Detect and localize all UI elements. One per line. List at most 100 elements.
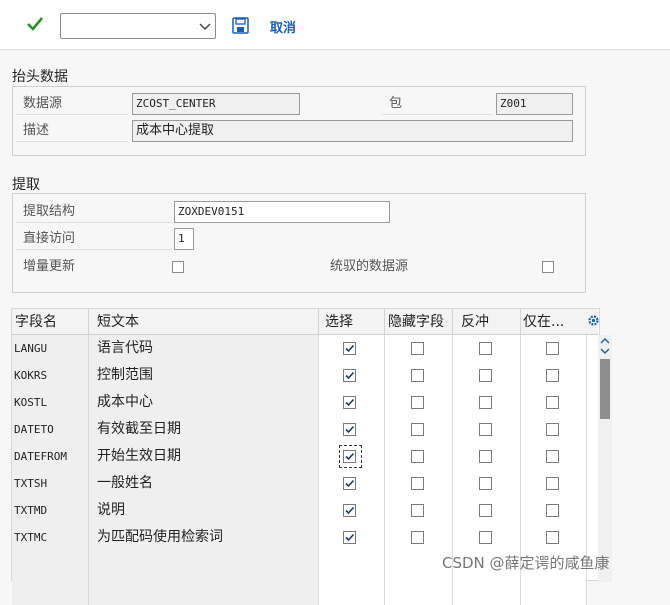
extract-section-title: 提取 <box>12 177 40 193</box>
save-icon[interactable] <box>232 17 249 34</box>
extract-structure-label: 提取结构 <box>16 201 172 223</box>
only-checkbox[interactable] <box>546 423 559 436</box>
scroll-up-icon[interactable] <box>600 337 610 345</box>
header-section-title: 抬头数据 <box>12 69 68 85</box>
scrollbar-thumb[interactable] <box>600 359 610 419</box>
description-label: 描述 <box>16 120 128 142</box>
focus-indicator <box>339 445 362 468</box>
invert-checkbox[interactable] <box>479 477 492 490</box>
select-checkbox[interactable] <box>343 396 356 409</box>
only-checkbox[interactable] <box>546 450 559 463</box>
scroll-down-icon[interactable] <box>600 347 610 355</box>
extract-structure-field[interactable]: ZOXDEV0151 <box>174 201 390 223</box>
only-checkbox-cell <box>521 470 587 497</box>
only-checkbox[interactable] <box>546 342 559 355</box>
direct-access-field[interactable]: 1 <box>174 228 194 250</box>
hide-field-checkbox-cell <box>385 443 453 470</box>
hide-field-checkbox[interactable] <box>411 450 424 463</box>
empty-table-row <box>12 578 587 605</box>
invert-checkbox[interactable] <box>479 531 492 544</box>
hide-field-checkbox-cell <box>385 362 453 389</box>
table-scrollbar[interactable] <box>598 335 612 582</box>
table-row[interactable]: LANGU 语言代码 <box>12 335 587 362</box>
datasource-label: 数据源 <box>16 93 128 115</box>
description-field[interactable]: 成本中心提取 <box>132 120 573 142</box>
table-row[interactable]: DATEFROM 开始生效日期 <box>12 443 587 470</box>
delta-update-checkbox[interactable] <box>172 261 184 273</box>
col-header-invert[interactable]: 反冲 <box>453 309 521 335</box>
table-row[interactable]: TXTSH 一般姓名 <box>12 470 587 497</box>
short-text-cell: 说明 <box>89 497 319 524</box>
table-row[interactable]: KOKRS 控制范围 <box>12 362 587 389</box>
check-icon[interactable] <box>26 15 44 33</box>
hide-field-checkbox[interactable] <box>411 423 424 436</box>
table-row[interactable]: KOSTL 成本中心 <box>12 389 587 416</box>
only-checkbox[interactable] <box>546 369 559 382</box>
chevron-down-icon[interactable] <box>199 20 211 32</box>
empty-cell <box>89 551 319 578</box>
col-header-field[interactable]: 字段名 <box>12 309 89 335</box>
only-checkbox[interactable] <box>546 504 559 517</box>
extract-group: 提取结构 ZOXDEV0151 直接访问 1 增量更新 统驭的数据源 <box>12 193 586 293</box>
invert-checkbox-cell <box>453 389 521 416</box>
short-text-cell: 语言代码 <box>89 335 319 362</box>
empty-cell <box>12 578 89 605</box>
col-header-select[interactable]: 选择 <box>319 309 385 335</box>
invert-checkbox[interactable] <box>479 423 492 436</box>
table-row[interactable]: DATETO 有效截至日期 <box>12 416 587 443</box>
select-checkbox[interactable] <box>343 369 356 382</box>
field-name-cell: KOSTL <box>12 389 89 416</box>
only-checkbox-cell <box>521 524 587 551</box>
unified-datasource-checkbox[interactable] <box>542 261 554 273</box>
table-row[interactable]: TXTMC 为匹配码使用检索词 <box>12 524 587 551</box>
select-checkbox-cell <box>319 335 385 362</box>
hide-field-checkbox[interactable] <box>411 531 424 544</box>
col-header-hide-field[interactable]: 隐藏字段 <box>385 309 453 335</box>
hide-field-checkbox[interactable] <box>411 396 424 409</box>
hide-field-checkbox-cell <box>385 389 453 416</box>
select-checkbox-cell <box>319 470 385 497</box>
empty-cell <box>521 578 587 605</box>
select-checkbox[interactable] <box>343 477 356 490</box>
table-row[interactable]: TXTMD 说明 <box>12 497 587 524</box>
invert-checkbox[interactable] <box>479 369 492 382</box>
empty-cell <box>12 551 89 578</box>
empty-cell <box>385 578 453 605</box>
only-checkbox[interactable] <box>546 531 559 544</box>
cancel-button[interactable]: 取消 <box>270 17 296 36</box>
invert-checkbox-cell <box>453 416 521 443</box>
select-checkbox[interactable] <box>343 423 356 436</box>
package-field[interactable]: Z001 <box>496 93 573 115</box>
datasource-field[interactable]: ZCOST_CENTER <box>132 93 300 115</box>
select-checkbox-cell <box>319 524 385 551</box>
select-checkbox[interactable] <box>343 342 356 355</box>
only-checkbox-cell <box>521 335 587 362</box>
hide-field-checkbox[interactable] <box>411 504 424 517</box>
field-name-cell: TXTMC <box>12 524 89 551</box>
field-name-cell: LANGU <box>12 335 89 362</box>
header-group: 数据源 ZCOST_CENTER 包 Z001 描述 成本中心提取 <box>12 86 586 156</box>
unified-datasource-label: 统驭的数据源 <box>330 259 409 274</box>
invert-checkbox[interactable] <box>479 342 492 355</box>
field-name-cell: KOKRS <box>12 362 89 389</box>
only-checkbox-cell <box>521 497 587 524</box>
hide-field-checkbox[interactable] <box>411 369 424 382</box>
select-checkbox[interactable] <box>343 531 356 544</box>
invert-checkbox-cell <box>453 524 521 551</box>
col-header-short-text[interactable]: 短文本 <box>89 309 319 335</box>
direct-access-label: 直接访问 <box>16 228 172 250</box>
only-checkbox-cell <box>521 443 587 470</box>
only-checkbox[interactable] <box>546 477 559 490</box>
invert-checkbox[interactable] <box>479 504 492 517</box>
settings-gear-icon[interactable] <box>587 314 600 327</box>
select-checkbox[interactable] <box>343 504 356 517</box>
only-checkbox[interactable] <box>546 396 559 409</box>
command-field[interactable] <box>60 13 216 39</box>
delta-update-label: 增量更新 <box>23 259 76 274</box>
invert-checkbox[interactable] <box>479 450 492 463</box>
hide-field-checkbox[interactable] <box>411 342 424 355</box>
field-name-cell: DATEFROM <box>12 443 89 470</box>
invert-checkbox-cell <box>453 497 521 524</box>
invert-checkbox[interactable] <box>479 396 492 409</box>
hide-field-checkbox[interactable] <box>411 477 424 490</box>
